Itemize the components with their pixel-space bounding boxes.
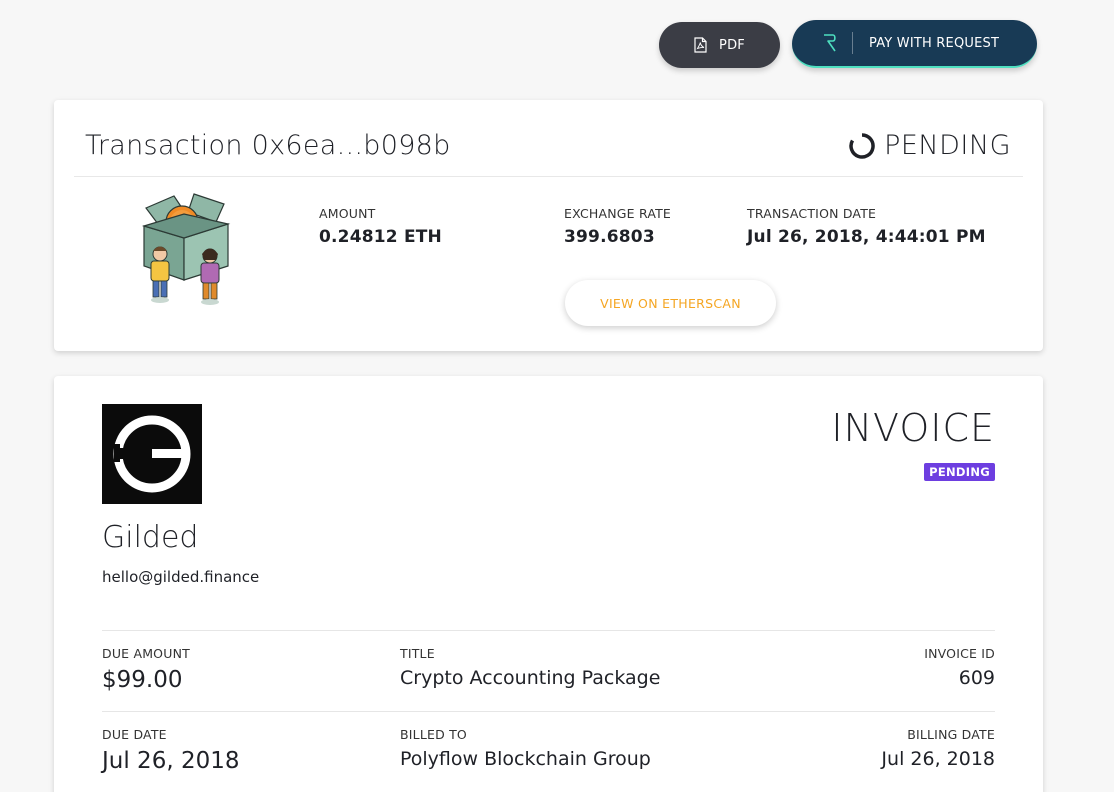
invoice-id-field: INVOICE ID 609 — [924, 646, 995, 689]
exchange-rate-value: 399.6803 — [564, 227, 655, 247]
button-separator — [852, 32, 853, 54]
transaction-title: Transaction 0x6ea...b098b — [85, 130, 451, 161]
transaction-status: PENDING — [848, 130, 1011, 161]
transaction-date-field: TRANSACTION DATE Jul 26, 2018, 4:44:01 P… — [747, 206, 986, 247]
billing-date-label: BILLING DATE — [907, 727, 995, 742]
invoice-heading: INVOICE — [831, 406, 995, 450]
loading-spinner-icon — [848, 132, 876, 160]
exchange-rate-field: EXCHANGE RATE 399.6803 — [564, 206, 671, 247]
due-amount-label: DUE AMOUNT — [102, 646, 190, 661]
billed-to-value: Polyflow Blockchain Group — [400, 748, 651, 770]
request-logo-icon — [822, 33, 838, 53]
invoice-card: Gilded hello@gilded.finance INVOICE PEND… — [54, 376, 1043, 792]
invoice-divider-top — [102, 630, 995, 631]
amount-value: 0.24812 ETH — [319, 227, 442, 247]
invoice-id-label: INVOICE ID — [924, 646, 995, 661]
transaction-divider — [74, 176, 1023, 177]
transaction-status-label: PENDING — [884, 130, 1011, 161]
pay-button-label: PAY WITH REQUEST — [869, 35, 1000, 51]
invoice-status-badge: PENDING — [924, 463, 995, 481]
billing-date-value: Jul 26, 2018 — [881, 748, 995, 770]
amount-label: AMOUNT — [319, 206, 376, 221]
due-amount-value: $99.00 — [102, 667, 183, 693]
pay-with-request-button[interactable]: PAY WITH REQUEST — [792, 20, 1037, 68]
transaction-date-label: TRANSACTION DATE — [747, 206, 877, 221]
due-amount-field: DUE AMOUNT $99.00 — [102, 646, 190, 693]
title-value: Crypto Accounting Package — [400, 667, 661, 689]
due-date-label: DUE DATE — [102, 727, 167, 742]
amount-field: AMOUNT 0.24812 ETH — [319, 206, 442, 247]
exchange-rate-label: EXCHANGE RATE — [564, 206, 672, 221]
due-date-value: Jul 26, 2018 — [102, 748, 240, 774]
company-email: hello@gilded.finance — [102, 568, 260, 586]
pdf-button[interactable]: PDF — [659, 22, 780, 68]
pdf-button-label: PDF — [719, 37, 745, 53]
pdf-file-icon — [694, 37, 707, 53]
billed-to-label: BILLED TO — [400, 727, 467, 742]
view-on-etherscan-button[interactable]: VIEW ON ETHERSCAN — [565, 280, 776, 326]
invoice-divider-mid — [102, 711, 995, 712]
company-name: Gilded — [102, 520, 199, 555]
billing-date-field: BILLING DATE Jul 26, 2018 — [881, 727, 995, 770]
due-date-field: DUE DATE Jul 26, 2018 — [102, 727, 239, 774]
invoice-id-value: 609 — [958, 667, 995, 689]
crypto-box-illustration-icon: ₿ — [136, 188, 236, 310]
transaction-card: Transaction 0x6ea...b098b PENDING ₿ — [54, 100, 1043, 351]
title-label: TITLE — [400, 646, 435, 661]
title-field: TITLE Crypto Accounting Package — [400, 646, 660, 689]
transaction-date-value: Jul 26, 2018, 4:44:01 PM — [747, 227, 986, 247]
billed-to-field: BILLED TO Polyflow Blockchain Group — [400, 727, 651, 770]
company-logo-icon — [102, 404, 202, 504]
